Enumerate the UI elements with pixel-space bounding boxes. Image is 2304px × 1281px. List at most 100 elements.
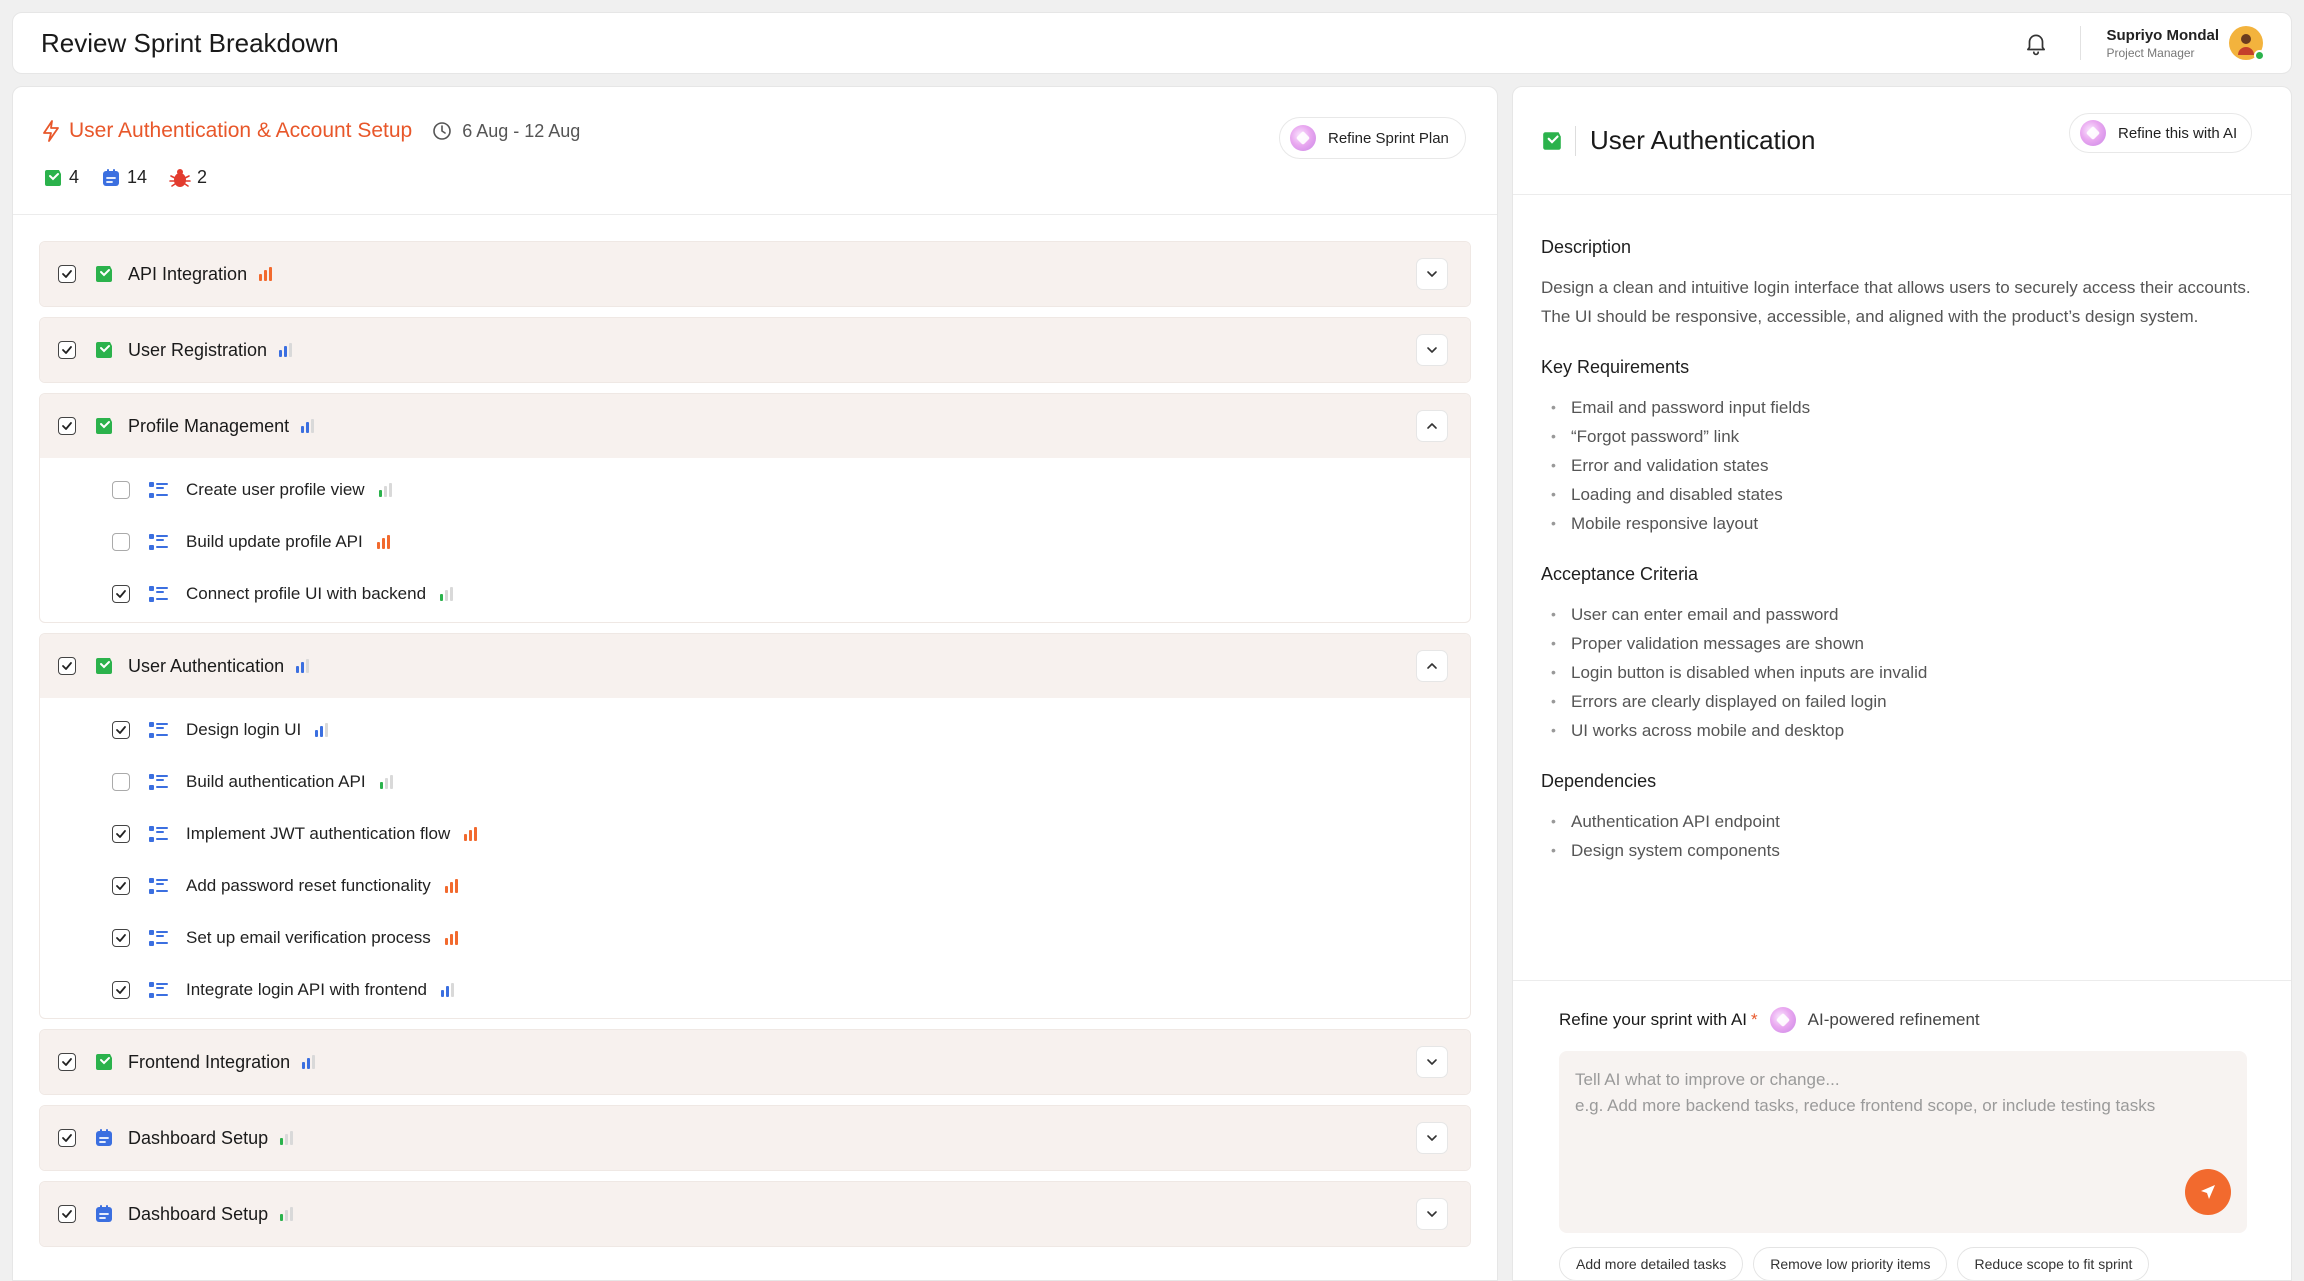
task-label: Design login UI — [186, 720, 302, 739]
story-icon — [45, 169, 61, 186]
checkbox[interactable] — [112, 773, 130, 791]
priority-low-icon — [280, 1131, 294, 1145]
user-name: Supriyo Mondal — [2106, 26, 2220, 44]
checkbox[interactable] — [58, 1129, 76, 1147]
story-header[interactable]: API Integration — [40, 242, 1470, 306]
checkbox[interactable] — [112, 877, 130, 895]
online-status-dot — [2254, 50, 2265, 61]
list-item: Proper validation messages are shown — [1541, 629, 2263, 658]
task-row[interactable]: Set up email verification process — [40, 912, 1470, 964]
chevron-down-icon[interactable] — [1416, 258, 1448, 290]
checkbox[interactable] — [112, 929, 130, 947]
refine-with-ai-button[interactable]: Refine this with AI — [2069, 113, 2253, 153]
task-row[interactable]: Implement JWT authentication flow — [40, 808, 1470, 860]
list-item: Errors are clearly displayed on failed l… — [1541, 687, 2263, 716]
sprint-date-range: 6 Aug - 12 Aug — [462, 120, 581, 141]
subtask-list-icon — [148, 981, 168, 999]
refine-prompt-input[interactable]: Tell AI what to improve or change... e.g… — [1559, 1051, 2247, 1233]
task-label: Set up email verification process — [186, 928, 431, 947]
priority-medium-icon — [315, 723, 329, 737]
chip-remove-low-priority[interactable]: Remove low priority items — [1753, 1247, 1948, 1280]
task-row[interactable]: Build update profile API — [40, 516, 1470, 568]
story-card: Dashboard Setup — [39, 1181, 1471, 1247]
priority-medium-icon — [441, 983, 454, 997]
page-title: Review Sprint Breakdown — [41, 27, 339, 58]
chip-add-detailed-tasks[interactable]: Add more detailed tasks — [1559, 1247, 1744, 1280]
avatar[interactable] — [2229, 26, 2265, 61]
description-title: Description — [1541, 237, 1632, 257]
refine-sprint-plan-button[interactable]: Refine Sprint Plan — [1279, 117, 1466, 159]
story-detail-panel: User Authentication Refine this with AI … — [1512, 86, 2292, 1281]
story-icon — [94, 264, 114, 284]
checkbox[interactable] — [112, 721, 130, 739]
story-header[interactable]: Frontend Integration — [40, 1030, 1470, 1094]
task-label: Build authentication API — [186, 772, 366, 791]
priority-high-icon — [444, 931, 458, 945]
sprint-title-row: User Authentication & Account Setup 6 Au… — [41, 119, 580, 143]
sprint-breakdown-panel: User Authentication & Account Setup 6 Au… — [12, 86, 1498, 1281]
story-header[interactable]: Profile Management — [40, 394, 1470, 458]
subtask-list-icon — [148, 773, 168, 791]
detail-title: User Authentication — [1590, 125, 1816, 155]
task-count: 14 — [101, 167, 147, 188]
priority-low-icon — [378, 483, 392, 497]
user-info[interactable]: Supriyo Mondal Project Manager — [2107, 27, 2220, 60]
checkbox[interactable] — [112, 481, 130, 499]
story-icon — [94, 656, 114, 676]
task-label: Implement JWT authentication flow — [186, 824, 451, 843]
chevron-down-icon[interactable] — [1416, 1046, 1448, 1078]
task-row[interactable]: Create user profile view — [40, 464, 1470, 516]
checkbox[interactable] — [58, 265, 76, 283]
chip-reduce-scope[interactable]: Reduce scope to fit sprint — [1957, 1247, 2150, 1280]
send-icon — [2201, 1185, 2215, 1199]
placeholder-line-2: e.g. Add more backend tasks, reduce fron… — [1575, 1096, 2156, 1115]
checkbox[interactable] — [58, 657, 76, 675]
story-icon — [94, 1052, 114, 1072]
story-header[interactable]: Dashboard Setup — [40, 1182, 1470, 1246]
checkbox[interactable] — [58, 341, 76, 359]
chevron-down-icon[interactable] — [1416, 1122, 1448, 1154]
sprint-title: User Authentication & Account Setup — [69, 119, 413, 142]
checkbox[interactable] — [112, 981, 130, 999]
task-row[interactable]: Build authentication API — [40, 756, 1470, 808]
checkbox[interactable] — [112, 585, 130, 603]
send-button[interactable] — [2185, 1169, 2231, 1215]
chevron-down-icon[interactable] — [1416, 1198, 1448, 1230]
detail-header: User Authentication Refine this with AI — [1513, 87, 2291, 195]
task-row[interactable]: Integrate login API with frontend — [40, 964, 1470, 1016]
chevron-down-icon[interactable] — [1416, 334, 1448, 366]
chevron-up-icon[interactable] — [1416, 650, 1448, 682]
task-label: Add password reset functionality — [186, 876, 431, 895]
divider — [1575, 125, 1576, 156]
story-header[interactable]: User Registration — [40, 318, 1470, 382]
checkbox[interactable] — [58, 1205, 76, 1223]
checkbox[interactable] — [112, 825, 130, 843]
checkbox[interactable] — [58, 417, 76, 435]
priority-high-icon — [376, 535, 390, 549]
subtask-list-icon — [148, 721, 168, 739]
story-label: Profile Management — [128, 415, 290, 436]
story-count: 4 — [43, 167, 79, 188]
chevron-up-icon[interactable] — [1416, 410, 1448, 442]
story-label: Frontend Integration — [128, 1051, 291, 1072]
subtask-list-icon — [148, 877, 168, 895]
acceptance-list: User can enter email and password Proper… — [1541, 600, 2263, 745]
checkbox[interactable] — [58, 1053, 76, 1071]
header-right: Supriyo Mondal Project Manager — [2016, 23, 2265, 63]
list-item: “Forgot password” link — [1541, 422, 2263, 451]
story-header[interactable]: Dashboard Setup — [40, 1106, 1470, 1170]
priority-low-icon — [379, 775, 393, 789]
notification-button[interactable] — [2016, 23, 2056, 63]
story-header[interactable]: User Authentication — [40, 634, 1470, 698]
checkbox[interactable] — [112, 533, 130, 551]
task-label: Build update profile API — [186, 532, 363, 551]
task-row[interactable]: Design login UI — [40, 704, 1470, 756]
task-row[interactable]: Connect profile UI with backend — [40, 568, 1470, 620]
placeholder-line-1: Tell AI what to improve or change... — [1575, 1070, 1840, 1089]
subtask-list-icon — [148, 585, 168, 603]
list-item: UI works across mobile and desktop — [1541, 716, 2263, 745]
story-label: Dashboard Setup — [128, 1203, 269, 1224]
task-row[interactable]: Add password reset functionality — [40, 860, 1470, 912]
divider — [2079, 26, 2081, 60]
story-card: Dashboard Setup — [39, 1105, 1471, 1171]
